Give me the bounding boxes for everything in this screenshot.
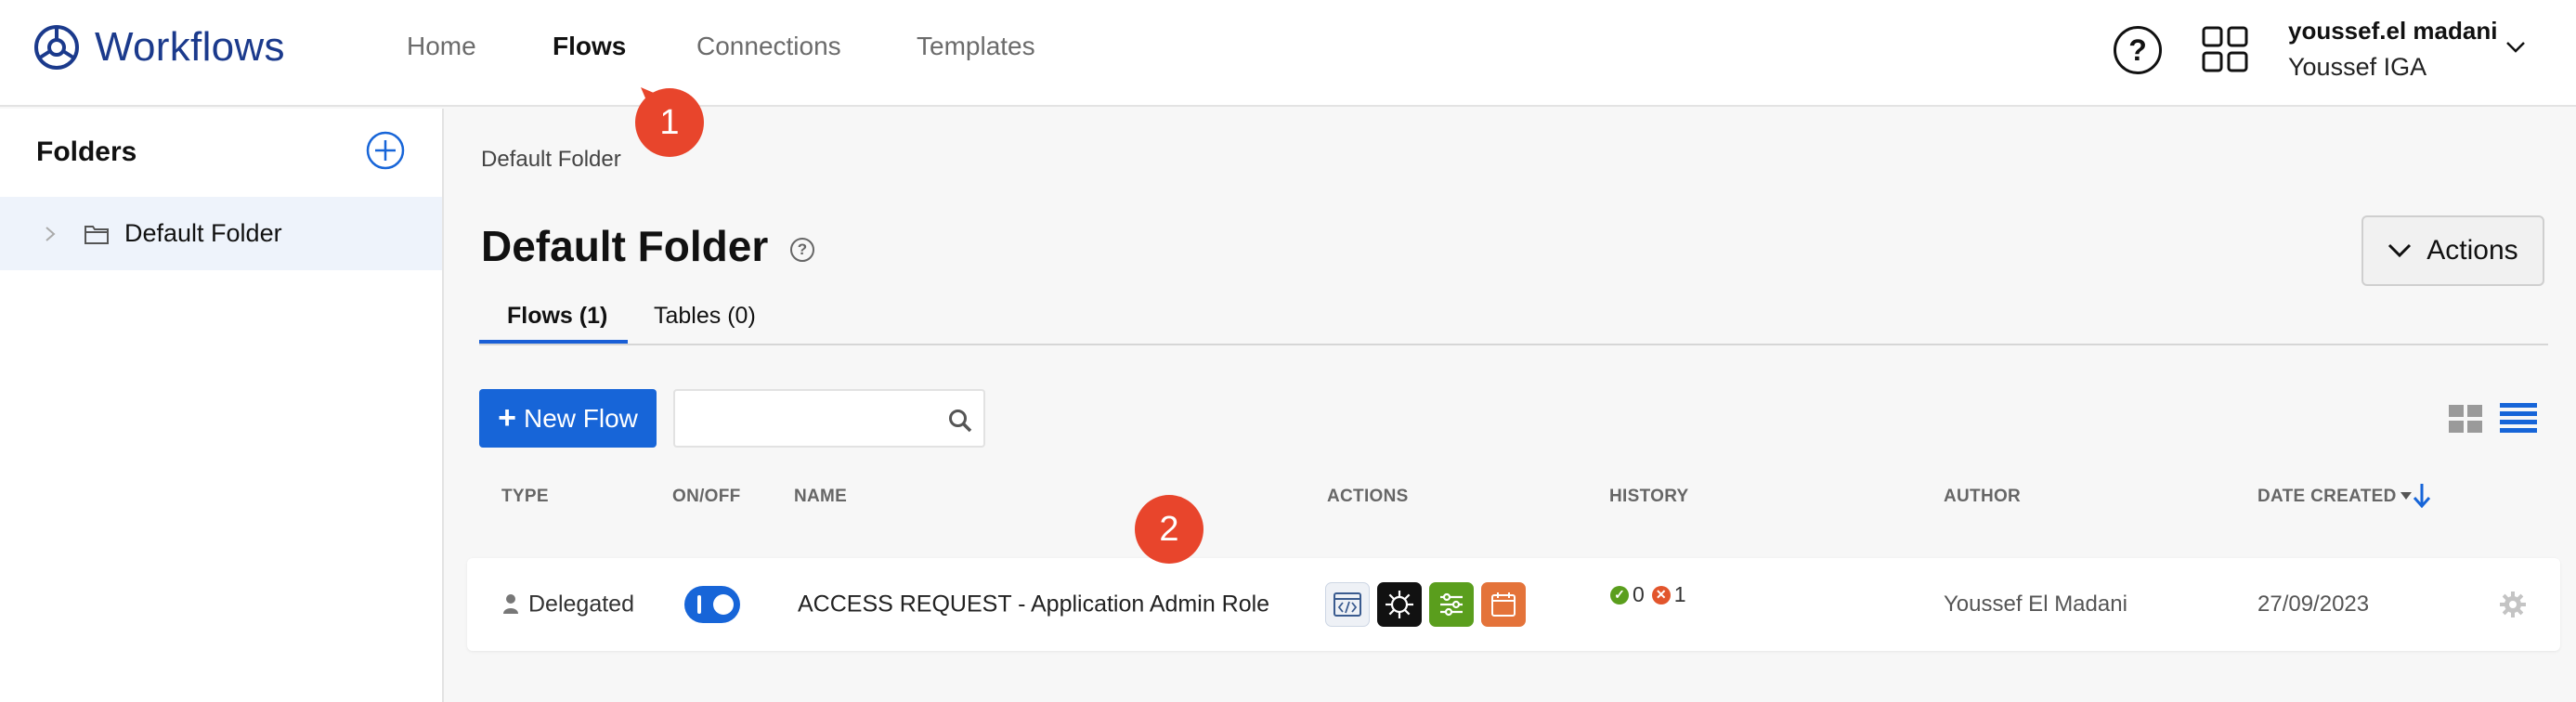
page-title: Default Folder (481, 222, 769, 270)
date-created-label: DATE CREATED (2257, 487, 2397, 506)
flow-name-link[interactable]: ACCESS REQUEST - Application Admin Role (798, 592, 1269, 618)
folder-icon (85, 225, 109, 244)
list-view-icon[interactable] (2500, 403, 2537, 433)
search-input[interactable] (675, 391, 935, 445)
history-failed-count: 1 (1673, 582, 1686, 606)
gear-icon[interactable] (2499, 591, 2527, 618)
actions-button[interactable]: Actions (2361, 215, 2544, 286)
nav-flows[interactable]: Flows (553, 32, 626, 61)
calendar-icon[interactable] (1481, 582, 1526, 627)
column-header-author[interactable]: AUTHOR (1944, 487, 2021, 507)
help-icon[interactable]: ? (2114, 26, 2162, 74)
callout-marker-1: 1 (635, 88, 704, 157)
flow-author: Youssef El Madani (1944, 592, 2127, 617)
flow-date-created: 27/09/2023 (2257, 592, 2370, 617)
settings-sliders-icon[interactable] (1429, 582, 1474, 627)
chevron-down-icon[interactable] (2505, 41, 2526, 54)
folders-sidebar: Folders Default Folder (0, 109, 444, 702)
tab-flows[interactable]: Flows (1) (507, 303, 607, 343)
sidebar-title: Folders (36, 136, 137, 167)
app-logo[interactable]: Workflows (33, 24, 285, 71)
workflows-logo-icon (34, 25, 79, 70)
flow-type: Delegated (528, 591, 634, 618)
error-x-icon: ✕ (1651, 585, 1671, 604)
breadcrumb[interactable]: Default Folder (481, 147, 621, 173)
okta-icon[interactable] (1377, 582, 1422, 627)
column-header-onoff[interactable]: ON/OFF (672, 487, 741, 507)
flow-history[interactable]: ✓ 0 ✕ 1 (1610, 582, 1686, 607)
top-header: Workflows Home Flows Connections Templat… (0, 0, 2576, 107)
nav-templates[interactable]: Templates (917, 32, 1035, 61)
new-flow-label: New Flow (523, 403, 638, 433)
sort-descending-icon[interactable] (2412, 481, 2432, 509)
search-box (673, 389, 985, 448)
column-header-type[interactable]: TYPE (501, 487, 549, 507)
success-check-icon: ✓ (1610, 585, 1629, 604)
actions-button-label: Actions (2426, 235, 2518, 266)
tab-tables[interactable]: Tables (0) (654, 303, 756, 343)
column-header-actions[interactable]: ACTIONS (1327, 487, 1409, 507)
history-success-count: 0 (1633, 582, 1645, 606)
grid-view-icon[interactable] (2449, 405, 2482, 433)
add-folder-icon[interactable] (366, 131, 405, 170)
toggle-knob (713, 594, 734, 615)
new-flow-button[interactable]: + New Flow (479, 389, 657, 448)
flow-enabled-toggle[interactable] (684, 586, 740, 623)
user-menu[interactable]: youssef.el madani Youssef IGA (2288, 17, 2497, 82)
table-row[interactable]: Delegated ACCESS REQUEST - Application A… (467, 558, 2560, 651)
chevron-right-icon[interactable] (45, 226, 56, 242)
app-title: Workflows (95, 24, 285, 70)
user-name: youssef.el madani (2288, 17, 2498, 45)
chevron-down-icon (2388, 243, 2412, 258)
nav-connections[interactable]: Connections (696, 32, 841, 61)
person-icon (503, 594, 518, 614)
content-tabs: Flows (1) Tables (0) (479, 299, 2548, 345)
search-icon[interactable] (948, 409, 972, 433)
column-header-name[interactable]: NAME (794, 487, 847, 507)
info-help-icon[interactable]: ? (790, 238, 814, 262)
app-switcher-icon[interactable] (2202, 26, 2248, 72)
nav-home[interactable]: Home (407, 32, 476, 61)
api-endpoint-icon[interactable] (1325, 582, 1370, 627)
toggle-on-mark (697, 595, 701, 614)
sidebar-item-default-folder[interactable]: Default Folder (0, 197, 442, 270)
caret-down-icon (2400, 492, 2412, 500)
sidebar-item-label: Default Folder (124, 219, 282, 247)
column-header-history[interactable]: HISTORY (1609, 487, 1689, 507)
active-tab-indicator (479, 340, 628, 344)
plus-icon: + (498, 400, 516, 436)
user-org: Youssef IGA (2288, 53, 2427, 81)
column-header-date-created[interactable]: DATE CREATED (2257, 487, 2412, 507)
callout-marker-2: 2 (1135, 495, 1203, 564)
